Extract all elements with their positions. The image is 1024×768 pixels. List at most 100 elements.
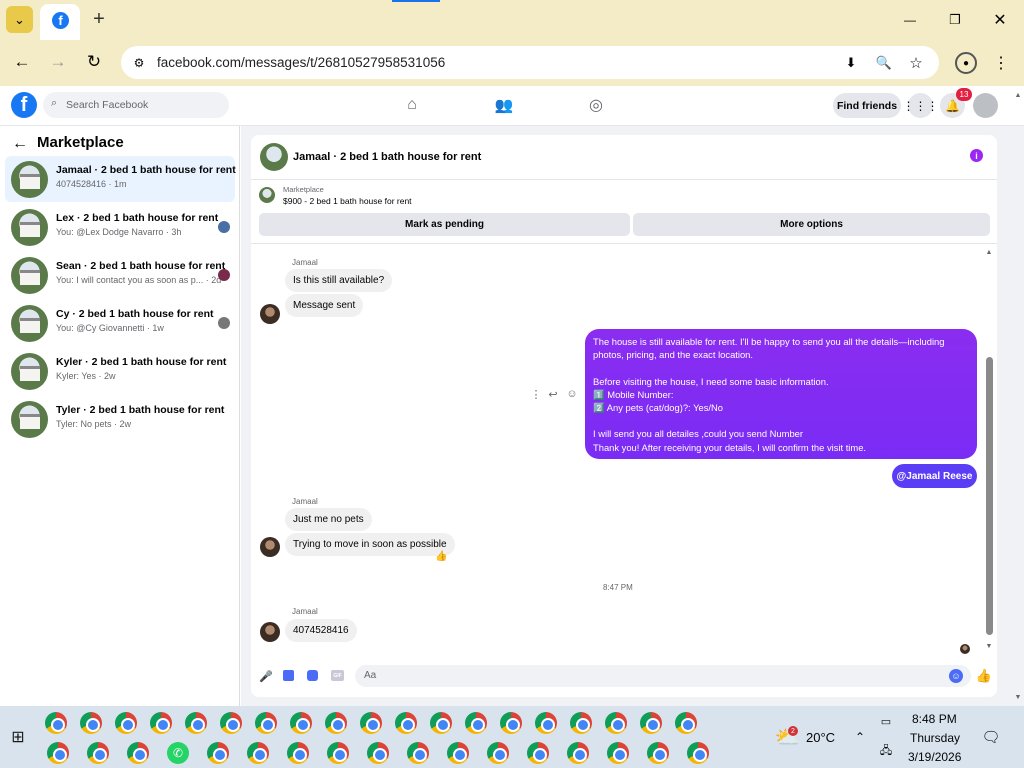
incoming-message[interactable]: 4074528416 [285, 619, 357, 642]
facebook-logo-icon[interactable]: f [11, 92, 37, 118]
microphone-icon[interactable]: 🎤 [259, 669, 273, 683]
page-scroll-down[interactable]: ▼ [1013, 692, 1023, 702]
profile-icon[interactable]: ● [955, 52, 977, 74]
chrome-app-icon[interactable] [185, 712, 207, 734]
sticker-icon[interactable] [307, 670, 318, 681]
tab-search-button[interactable]: ⌄ [6, 6, 33, 33]
menu-grid-icon[interactable]: ⋮⋮⋮ [903, 93, 939, 118]
back-icon[interactable]: ← [10, 50, 34, 74]
listing-title[interactable]: $900 - 2 bed 1 bath house for rent [283, 196, 412, 206]
new-tab-button[interactable]: + [88, 8, 110, 30]
chat-header-thumbnail[interactable] [260, 143, 288, 171]
conversation-item[interactable]: Lex · 2 bed 1 bath house for rent You: @… [5, 204, 235, 250]
chrome-app-icon[interactable] [647, 742, 669, 764]
contact-avatar[interactable] [260, 304, 280, 324]
groups-icon[interactable]: ◎ [584, 93, 608, 117]
home-icon[interactable]: ⌂ [400, 93, 424, 117]
search-box[interactable]: ⌕ Search Facebook [43, 92, 229, 118]
conversation-item[interactable]: Kyler · 2 bed 1 bath house for rent Kyle… [5, 348, 235, 394]
chrome-app-icon[interactable] [447, 742, 469, 764]
chrome-app-icon[interactable] [325, 712, 347, 734]
conversation-item[interactable]: Tyler · 2 bed 1 bath house for rent Tyle… [5, 396, 235, 442]
chrome-app-icon[interactable] [527, 742, 549, 764]
back-arrow-icon[interactable]: ← [10, 134, 30, 154]
clock-day[interactable]: Thursday [910, 731, 960, 745]
chrome-app-icon[interactable] [45, 712, 67, 734]
address-bar[interactable]: ⚙ facebook.com/messages/t/26810527958531… [121, 46, 939, 79]
chrome-app-icon[interactable] [500, 712, 522, 734]
contact-avatar[interactable] [260, 622, 280, 642]
chrome-app-icon[interactable] [407, 742, 429, 764]
clock-date[interactable]: 3/19/2026 [908, 750, 961, 764]
site-info-icon[interactable]: ⚙ [129, 53, 149, 73]
chrome-app-icon[interactable] [47, 742, 69, 764]
message-reaction[interactable]: 👍 [435, 551, 447, 562]
maximize-button[interactable]: ❐ [935, 6, 975, 34]
chrome-app-icon[interactable] [287, 742, 309, 764]
friends-icon[interactable]: 👥 [492, 93, 516, 117]
photo-icon[interactable] [283, 670, 294, 681]
chrome-app-icon[interactable] [290, 712, 312, 734]
show-hidden-icons-chevron[interactable]: ⌃ [853, 730, 867, 744]
chat-header-title[interactable]: Jamaal · 2 bed 1 bath house for rent [293, 151, 481, 163]
page-scroll-up[interactable]: ▲ [1013, 90, 1023, 100]
reload-icon[interactable]: ↻ [82, 50, 106, 74]
chrome-app-icon[interactable] [367, 742, 389, 764]
close-button[interactable]: ✕ [980, 6, 1020, 34]
chrome-app-icon[interactable] [605, 712, 627, 734]
network-icon[interactable]: 🖧 [879, 744, 893, 758]
incoming-message[interactable]: Message sent [285, 294, 364, 317]
conversation-item[interactable]: Cy · 2 bed 1 bath house for rent You: @C… [5, 300, 235, 346]
temperature[interactable]: 20°C [806, 730, 835, 745]
chrome-app-icon[interactable] [465, 712, 487, 734]
chrome-app-icon[interactable] [247, 742, 269, 764]
gif-icon[interactable]: GIF [331, 670, 344, 681]
chrome-app-icon[interactable] [430, 712, 452, 734]
more-actions-icon[interactable]: ⋮ [530, 386, 542, 402]
react-emoji-icon[interactable]: ☺ [564, 386, 580, 402]
chrome-app-icon[interactable] [567, 742, 589, 764]
chrome-app-icon[interactable] [207, 742, 229, 764]
start-windows-icon[interactable]: ⊞ [9, 728, 27, 746]
notification-center-icon[interactable]: 🗨 [981, 728, 1000, 746]
chrome-app-icon[interactable] [687, 742, 709, 764]
whatsapp-icon[interactable]: ✆ [167, 742, 189, 764]
chrome-app-icon[interactable] [150, 712, 172, 734]
zoom-icon[interactable]: 🔍 [874, 53, 894, 73]
scrollbar-thumb[interactable] [986, 357, 993, 635]
browser-menu-icon[interactable]: ⋮ [990, 52, 1012, 74]
incoming-message[interactable]: Just me no pets [285, 508, 372, 531]
chrome-app-icon[interactable] [220, 712, 242, 734]
forward-icon[interactable]: → [46, 50, 70, 74]
chrome-app-icon[interactable] [80, 712, 102, 734]
chrome-app-icon[interactable] [87, 742, 109, 764]
find-friends-button[interactable]: Find friends [833, 93, 901, 118]
scroll-down-arrow[interactable]: ▼ [984, 641, 994, 651]
incoming-message[interactable]: Trying to move in soon as possible [285, 533, 455, 556]
message-input[interactable]: Aa ☺ [355, 665, 971, 687]
chrome-app-icon[interactable] [570, 712, 592, 734]
chrome-app-icon[interactable] [127, 742, 149, 764]
chrome-app-icon[interactable] [487, 742, 509, 764]
outgoing-message[interactable]: The house is still available for rent. I… [585, 329, 977, 459]
bookmark-star-icon[interactable]: ☆ [906, 53, 926, 73]
meet-now-icon[interactable]: ▭ [879, 714, 893, 728]
clock-time[interactable]: 8:48 PM [912, 712, 957, 726]
conversation-item[interactable]: Jamaal · 2 bed 1 bath house for rent 407… [5, 156, 236, 202]
conversation-item[interactable]: Sean · 2 bed 1 bath house for rent You: … [5, 252, 235, 298]
chrome-app-icon[interactable] [535, 712, 557, 734]
chrome-app-icon[interactable] [395, 712, 417, 734]
mention-message[interactable]: @Jamaal Reese [892, 464, 977, 488]
chrome-app-icon[interactable] [327, 742, 349, 764]
chrome-app-icon[interactable] [640, 712, 662, 734]
scroll-up-arrow[interactable]: ▲ [984, 247, 994, 257]
like-thumb-icon[interactable]: 👍 [975, 667, 993, 685]
more-options-button[interactable]: More options [633, 213, 990, 236]
contact-avatar[interactable] [260, 537, 280, 557]
account-avatar[interactable] [973, 93, 998, 118]
info-icon[interactable]: i [970, 149, 983, 162]
chrome-app-icon[interactable] [115, 712, 137, 734]
emoji-icon[interactable]: ☺ [949, 669, 963, 683]
chrome-app-icon[interactable] [255, 712, 277, 734]
chrome-app-icon[interactable] [360, 712, 382, 734]
